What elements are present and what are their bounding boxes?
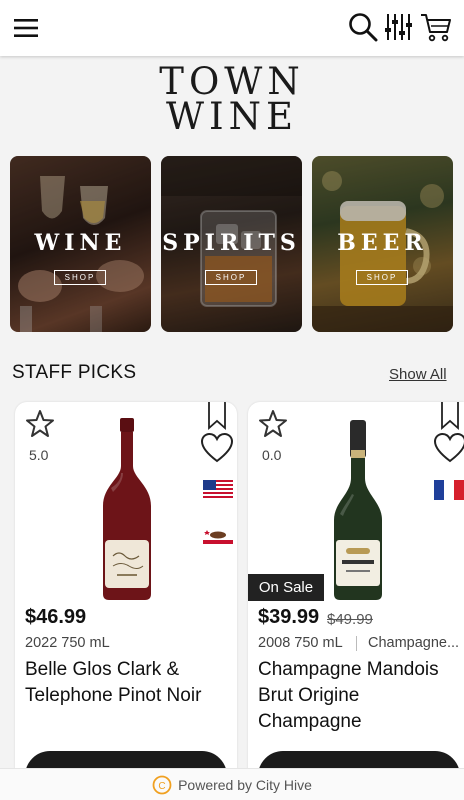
product-price: $46.99 bbox=[25, 606, 87, 628]
app: TOWN WINE WINE SHOP SPIRITS SHOP BEER SH… bbox=[0, 0, 464, 800]
logo-line-2: WINE bbox=[165, 95, 299, 138]
product-vintage-size: 2022 750 mL bbox=[25, 635, 110, 651]
product-card[interactable]: 0.0 On Sale $39.99 $49.99 2008 750 mL Ch… bbox=[248, 402, 464, 782]
category-beer[interactable]: BEER SHOP bbox=[312, 156, 453, 332]
city-hive-logo-icon: C bbox=[152, 775, 172, 794]
on-sale-badge: On Sale bbox=[248, 574, 324, 601]
powered-by-text: Powered by City Hive bbox=[178, 776, 312, 793]
product-name[interactable]: Belle Glos Clark & Telephone Pinot Noir bbox=[25, 657, 230, 709]
product-card[interactable]: 5.0 $46.99 2022 750 mL Belle Glos Clark … bbox=[15, 402, 237, 782]
product-bottle-image bbox=[334, 420, 382, 600]
star-rating-icon[interactable] bbox=[25, 409, 55, 439]
product-vintage-size: 2008 750 mL bbox=[258, 635, 343, 651]
category-wine-shop-button[interactable]: SHOP bbox=[54, 270, 106, 285]
product-region: Champagne... bbox=[368, 635, 460, 651]
category-beer-label: BEER bbox=[337, 230, 428, 256]
bookmark-icon[interactable] bbox=[207, 402, 227, 430]
category-spirits[interactable]: SPIRITS SHOP bbox=[161, 156, 302, 332]
staff-picks-title: STAFF PICKS bbox=[12, 362, 137, 383]
category-spirits-label: SPIRITS bbox=[162, 230, 301, 256]
store-logo[interactable]: TOWN WINE bbox=[0, 60, 464, 138]
category-beer-shop-button[interactable]: SHOP bbox=[356, 270, 408, 285]
show-all-link[interactable]: Show All bbox=[389, 366, 447, 383]
star-rating-icon[interactable] bbox=[258, 409, 288, 439]
bookmark-icon[interactable] bbox=[440, 402, 460, 430]
meta-divider bbox=[356, 636, 357, 651]
product-bottle-image bbox=[103, 418, 151, 600]
product-name[interactable]: Champagne Mandois Brut Origine Champagne bbox=[258, 657, 463, 735]
filter-sliders-icon[interactable] bbox=[382, 10, 414, 44]
top-bar bbox=[0, 0, 464, 56]
france-flag-icon bbox=[434, 480, 464, 500]
logo-line-1: TOWN bbox=[159, 60, 305, 103]
category-wine[interactable]: WINE SHOP bbox=[10, 156, 151, 332]
product-rating: 0.0 bbox=[262, 447, 282, 463]
category-wine-label: WINE bbox=[34, 230, 127, 256]
product-price: $39.99 bbox=[258, 606, 320, 628]
us-flag-icon bbox=[203, 480, 233, 498]
svg-text:C: C bbox=[158, 781, 165, 792]
california-flag-icon bbox=[203, 526, 233, 544]
cart-icon[interactable] bbox=[418, 10, 454, 44]
heart-icon[interactable] bbox=[434, 433, 464, 463]
heart-icon[interactable] bbox=[201, 433, 233, 463]
category-spirits-shop-button[interactable]: SHOP bbox=[205, 270, 257, 285]
hamburger-menu-icon[interactable] bbox=[10, 12, 42, 44]
product-original-price: $49.99 bbox=[327, 611, 373, 628]
product-rating: 5.0 bbox=[29, 447, 49, 463]
search-icon[interactable] bbox=[346, 10, 380, 44]
powered-by-footer[interactable]: C Powered by City Hive bbox=[0, 768, 464, 800]
